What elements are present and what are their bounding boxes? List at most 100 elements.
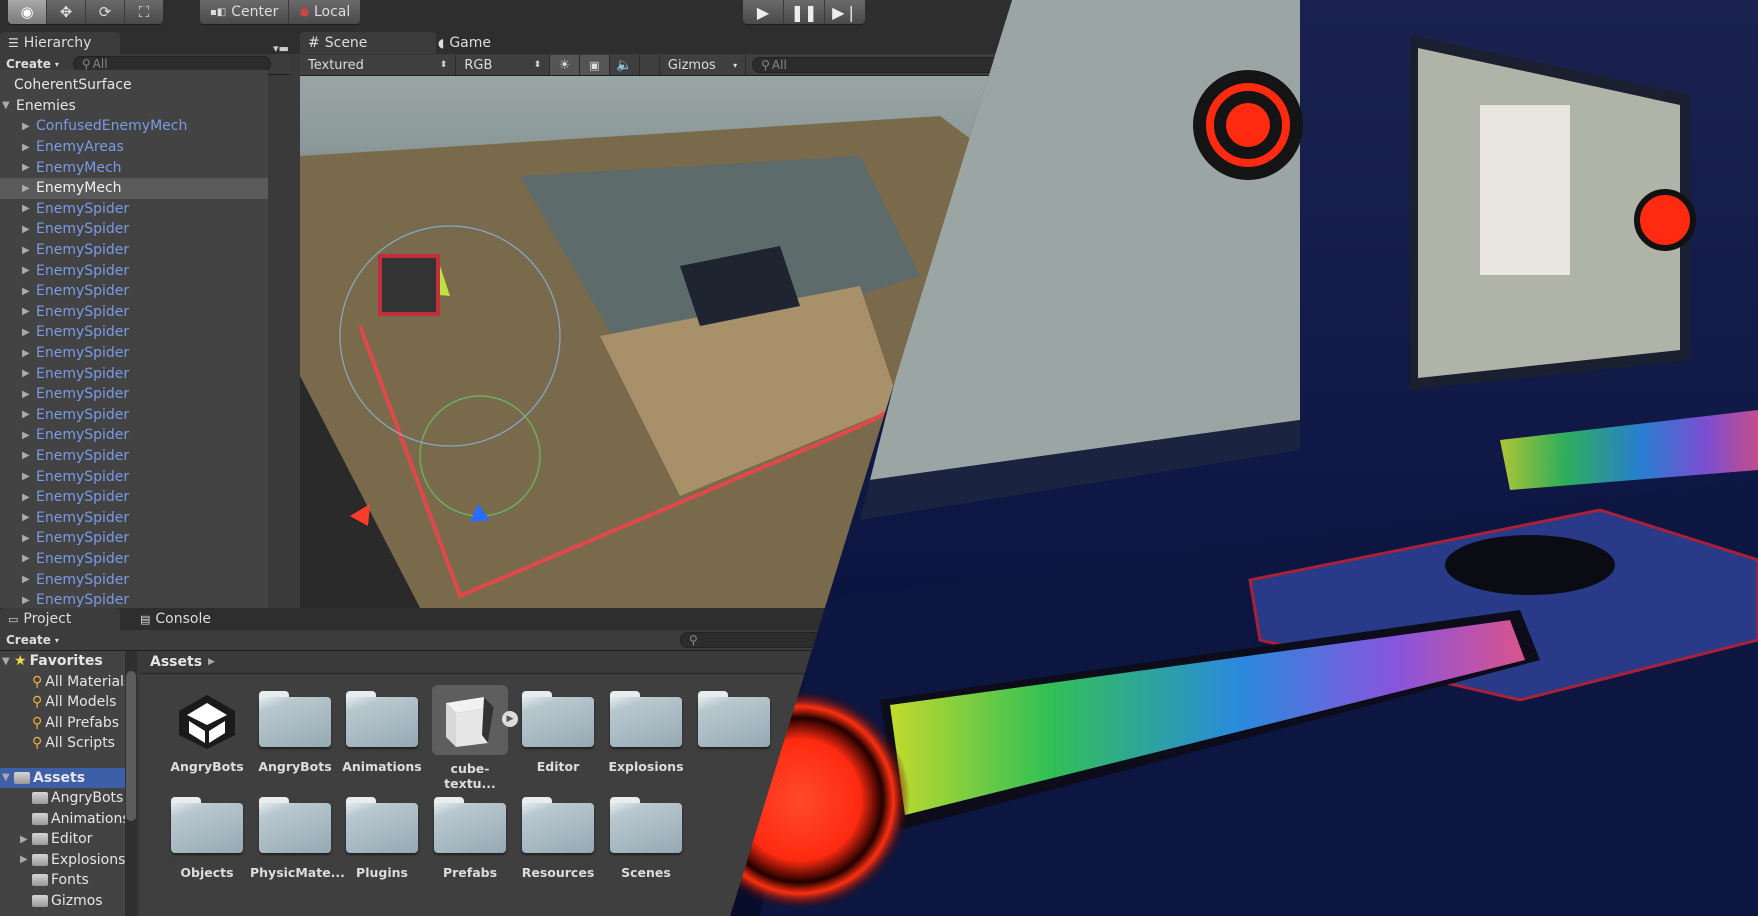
project-tree-item[interactable]: ▶ Editor — [0, 829, 130, 850]
hierarchy-item[interactable]: CoherentSurface — [0, 75, 268, 96]
project-tree-item[interactable]: ▼ Assets — [0, 767, 130, 788]
hierarchy-item[interactable]: ▶ EnemySpider — [0, 240, 268, 261]
hierarchy-item[interactable]: ▶ EnemySpider — [0, 260, 268, 281]
hierarchy-item[interactable]: ▶ EnemyMech — [0, 157, 268, 178]
collapse-arrow-icon[interactable]: ▶ — [22, 368, 32, 379]
hierarchy-item[interactable]: ▶ EnemySpider — [0, 343, 268, 364]
collapse-arrow-icon[interactable]: ▶ — [22, 450, 32, 461]
scene-fx-toggle[interactable]: ▣ — [580, 55, 610, 75]
project-tree-item[interactable]: ⚲ All Models — [0, 692, 130, 713]
collapse-arrow-icon[interactable]: ▶ — [20, 854, 32, 865]
project-tree-scroll-thumb[interactable] — [126, 671, 136, 821]
hierarchy-item[interactable]: ▶ EnemySpider — [0, 569, 268, 590]
asset-item[interactable]: PhysicMate... — [250, 797, 345, 880]
hierarchy-item[interactable]: ▶ ConfusedEnemyMech — [0, 116, 268, 137]
pause-button[interactable]: ❚❚ — [784, 0, 825, 24]
hierarchy-item[interactable]: ▶ EnemySpider — [0, 281, 268, 302]
hierarchy-item[interactable]: ▶ EnemySpider — [0, 487, 268, 508]
project-tree-item[interactable]: ▼ ★ Favorites — [0, 651, 130, 672]
project-tree-item[interactable]: ▶ Explosions — [0, 850, 130, 871]
scene-search-input[interactable]: ⚲ All — [752, 57, 1012, 73]
hierarchy-item[interactable]: ▶ EnemySpider — [0, 549, 268, 570]
breadcrumb-assets[interactable]: Assets — [150, 654, 202, 670]
collapse-arrow-icon[interactable]: ▶ — [22, 553, 32, 564]
collapse-arrow-icon[interactable]: ▶ — [22, 224, 32, 235]
collapse-arrow-icon[interactable]: ▶ — [22, 162, 32, 173]
project-tree-item[interactable]: ⚲ All Materials — [0, 672, 130, 693]
project-tree-item[interactable]: AngryBots — [0, 788, 130, 809]
project-tree-scrollbar[interactable] — [125, 651, 137, 916]
gizmos-dropdown[interactable]: Gizmos ▾ — [660, 55, 747, 75]
tab-console[interactable]: ▤ Console — [132, 608, 219, 630]
hierarchy-item[interactable]: ▶ EnemySpider — [0, 446, 268, 467]
hierarchy-item[interactable]: ▼ Enemies — [0, 96, 268, 117]
tab-hierarchy[interactable]: ☰ Hierarchy — [0, 32, 120, 54]
asset-item[interactable]: Animations — [337, 691, 427, 774]
play-button[interactable]: ▶ — [743, 0, 784, 24]
collapse-arrow-icon[interactable]: ▶ — [22, 492, 32, 503]
expand-arrow-icon[interactable]: ▼ — [2, 772, 14, 783]
collapse-arrow-icon[interactable]: ▶ — [22, 142, 32, 153]
collapse-arrow-icon[interactable]: ▶ — [22, 471, 32, 482]
asset-item[interactable] — [689, 691, 779, 759]
hierarchy-item[interactable]: ▶ EnemySpider — [0, 405, 268, 426]
pivot-local-button[interactable]: ⬢ Local — [289, 0, 360, 24]
collapse-arrow-icon[interactable]: ▶ — [22, 286, 32, 297]
hierarchy-item[interactable]: ▶ EnemySpider — [0, 199, 268, 220]
hierarchy-create-button[interactable]: Create ▾ — [0, 57, 65, 71]
asset-item[interactable]: Prefabs — [425, 797, 515, 880]
asset-item[interactable]: AngryBots — [162, 691, 252, 774]
collapse-arrow-icon[interactable]: ▶ — [22, 245, 32, 256]
hierarchy-item[interactable]: ▶ EnemyAreas — [0, 137, 268, 158]
asset-item[interactable]: Objects — [162, 797, 252, 880]
hierarchy-item[interactable]: ▶ EnemySpider — [0, 363, 268, 384]
asset-item[interactable]: Editor — [513, 691, 603, 774]
pivot-center-button[interactable]: ▪◧ Center — [200, 0, 290, 24]
scene-audio-toggle[interactable]: 🔈 — [610, 55, 640, 75]
scale-tool-button[interactable]: ⛶ — [125, 0, 163, 24]
project-tree-item[interactable]: Fonts — [0, 870, 130, 891]
hierarchy-item[interactable]: ▶ EnemySpider — [0, 507, 268, 528]
asset-item[interactable]: Explosions — [601, 691, 691, 774]
hierarchy-item[interactable]: ▶ EnemySpider — [0, 384, 268, 405]
move-tool-button[interactable]: ✥ — [47, 0, 86, 24]
view-tool-button[interactable]: ◉ — [8, 0, 47, 24]
asset-item[interactable]: Scenes — [601, 797, 691, 880]
collapse-arrow-icon[interactable]: ▶ — [22, 409, 32, 420]
hierarchy-item[interactable]: ▶ EnemySpider — [0, 590, 268, 608]
collapse-arrow-icon[interactable]: ▶ — [22, 512, 32, 523]
collapse-arrow-icon[interactable]: ▶ — [22, 389, 32, 400]
project-tree-item[interactable]: Gizmos — [0, 891, 130, 912]
collapse-arrow-icon[interactable]: ▶ — [22, 306, 32, 317]
render-mode-dropdown[interactable]: RGB ⬍ — [456, 55, 551, 75]
collapse-arrow-icon[interactable]: ▶ — [22, 574, 32, 585]
hierarchy-item[interactable]: ▶ EnemySpider — [0, 322, 268, 343]
asset-item[interactable]: ▶ cube-textu... — [425, 685, 518, 791]
tab-scene[interactable]: # Scene — [300, 32, 436, 54]
expand-arrow-icon[interactable]: ▼ — [2, 656, 14, 667]
tab-project[interactable]: ▭ Project — [0, 608, 120, 630]
rotate-tool-button[interactable]: ⟳ — [86, 0, 125, 24]
tab-game[interactable]: ◖ Game — [430, 32, 499, 54]
asset-item[interactable]: AngryBots — [250, 691, 340, 774]
asset-item[interactable]: Resources — [513, 797, 603, 880]
project-tree-item[interactable]: ⚲ All Prefabs — [0, 713, 130, 734]
asset-item[interactable]: Plugins — [337, 797, 427, 880]
collapse-arrow-icon[interactable]: ▶ — [20, 834, 32, 845]
step-button[interactable]: ▶❘ — [825, 0, 865, 24]
collapse-arrow-icon[interactable]: ▶ — [22, 121, 32, 132]
scene-lighting-toggle[interactable]: ☀ — [550, 55, 581, 75]
hierarchy-item[interactable]: ▶ EnemySpider — [0, 528, 268, 549]
hierarchy-item[interactable]: ▶ EnemySpider — [0, 302, 268, 323]
collapse-arrow-icon[interactable]: ▶ — [22, 203, 32, 214]
collapse-arrow-icon[interactable]: ▶ — [22, 533, 32, 544]
hierarchy-item[interactable]: ▶ EnemyMech — [0, 177, 268, 199]
collapse-arrow-icon[interactable]: ▶ — [22, 430, 32, 441]
hierarchy-item[interactable]: ▶ EnemySpider — [0, 466, 268, 487]
collapse-arrow-icon[interactable]: ▶ — [22, 595, 32, 606]
project-tree-item[interactable]: ⚲ All Scripts — [0, 733, 130, 754]
expand-arrow-icon[interactable]: ▼ — [2, 100, 12, 111]
collapse-arrow-icon[interactable]: ▶ — [22, 183, 32, 194]
project-tree-item[interactable]: Animations — [0, 809, 130, 830]
hierarchy-item[interactable]: ▶ EnemySpider — [0, 219, 268, 240]
